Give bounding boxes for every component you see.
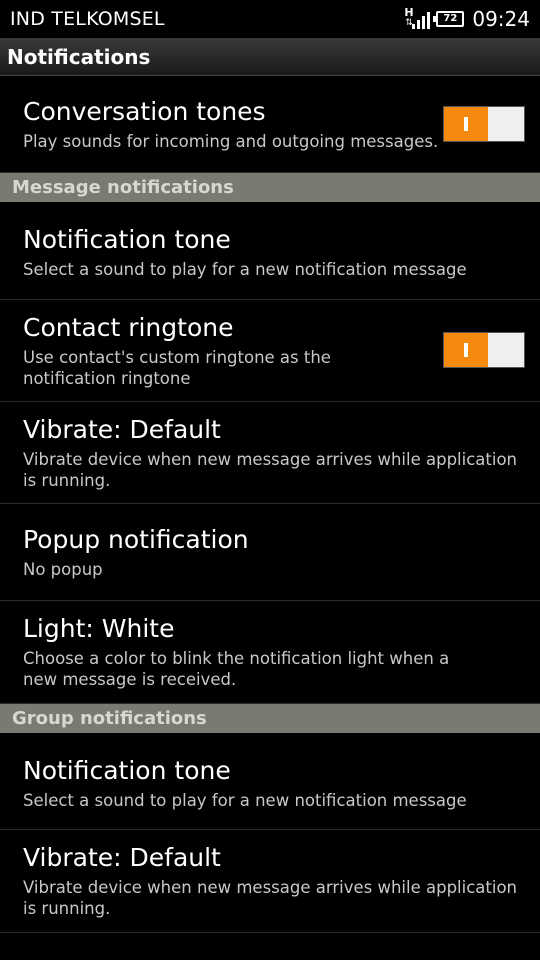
setting-summary: Vibrate device when new message arrives … bbox=[23, 878, 518, 918]
setting-title: Notification tone bbox=[23, 756, 231, 785]
setting-group-vibrate[interactable]: Vibrate: Default Vibrate device when new… bbox=[0, 830, 540, 933]
setting-summary: Vibrate device when new message arrives … bbox=[23, 450, 518, 490]
signal-icon: H ⇅ bbox=[404, 7, 431, 31]
section-header-message: Message notifications bbox=[0, 173, 540, 202]
setting-title: Vibrate: Default bbox=[23, 843, 221, 872]
setting-group-notification-tone[interactable]: Notification tone Select a sound to play… bbox=[0, 733, 540, 830]
setting-summary: Select a sound to play for a new notific… bbox=[23, 260, 467, 279]
section-header-group: Group notifications bbox=[0, 704, 540, 733]
setting-message-notification-tone[interactable]: Notification tone Select a sound to play… bbox=[0, 202, 540, 300]
clock: 09:24 bbox=[472, 7, 530, 31]
setting-popup-notification[interactable]: Popup notification No popup bbox=[0, 504, 540, 601]
setting-title: Light: White bbox=[23, 614, 175, 643]
setting-conversation-tones[interactable]: Conversation tones Play sounds for incom… bbox=[0, 76, 540, 173]
contact-ringtone-toggle[interactable] bbox=[443, 332, 525, 368]
status-bar: IND TELKOMSEL H ⇅ 72 09:24 bbox=[0, 0, 540, 38]
carrier-name: IND TELKOMSEL bbox=[10, 8, 165, 30]
battery-icon: 72 bbox=[433, 11, 465, 27]
page-title-bar: Notifications bbox=[0, 38, 540, 76]
setting-message-vibrate[interactable]: Vibrate: Default Vibrate device when new… bbox=[0, 402, 540, 504]
setting-summary: Select a sound to play for a new notific… bbox=[23, 791, 467, 810]
status-icons: H ⇅ 72 09:24 bbox=[404, 7, 530, 31]
setting-summary: No popup bbox=[23, 560, 103, 579]
settings-list: Conversation tones Play sounds for incom… bbox=[0, 76, 540, 933]
setting-title: Popup notification bbox=[23, 525, 249, 554]
setting-light[interactable]: Light: White Choose a color to blink the… bbox=[0, 601, 540, 704]
conversation-tones-toggle[interactable] bbox=[443, 106, 525, 142]
setting-title: Vibrate: Default bbox=[23, 415, 221, 444]
setting-summary: Use contact's custom ringtone as the not… bbox=[23, 348, 331, 388]
setting-title: Notification tone bbox=[23, 225, 231, 254]
setting-summary: Choose a color to blink the notification… bbox=[23, 649, 450, 689]
page-title: Notifications bbox=[7, 44, 151, 69]
setting-contact-ringtone[interactable]: Contact ringtone Use contact's custom ri… bbox=[0, 300, 540, 402]
